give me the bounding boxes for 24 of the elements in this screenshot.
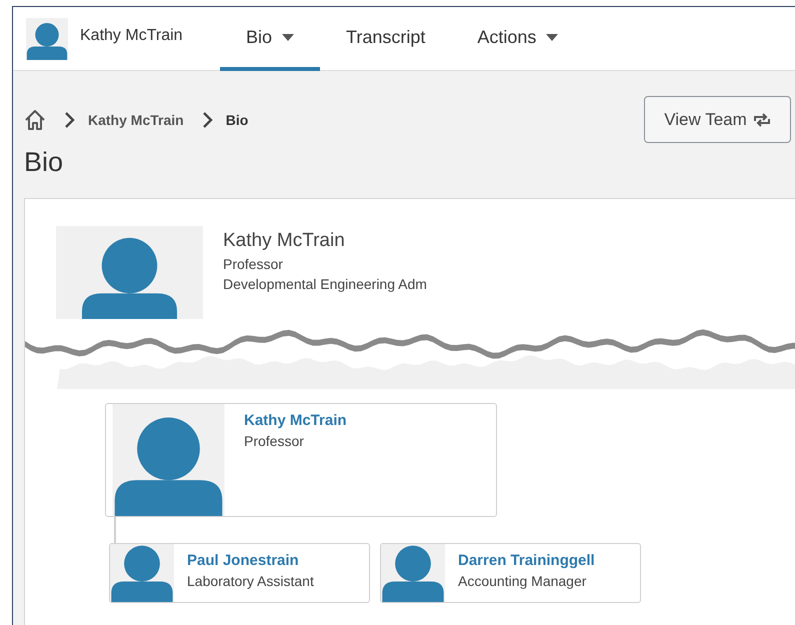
person-name-link[interactable]: Darren Traininggell <box>458 552 595 569</box>
avatar <box>110 544 174 602</box>
tab[interactable]: Actions <box>451 7 584 71</box>
person-name-link[interactable]: Paul Jonestrain <box>187 552 314 569</box>
person-title: Accounting Manager <box>458 573 588 589</box>
view-team-button[interactable]: View Team <box>644 96 791 143</box>
profile-department: Developmental Engineering Adm <box>223 276 427 292</box>
chevron-icon <box>64 110 76 128</box>
profile-name: Kathy McTrain <box>223 230 346 252</box>
person-title: Laboratory Assistant <box>187 573 314 589</box>
swap-icon <box>752 112 771 128</box>
chevron-icon <box>202 110 214 128</box>
page-title: Bio <box>24 146 64 178</box>
breadcrumb-link[interactable]: Kathy McTrain <box>88 112 184 128</box>
breadcrumb-current: Bio <box>226 112 248 128</box>
tab[interactable]: Transcript <box>320 7 452 71</box>
avatar <box>26 18 68 60</box>
person-name-link[interactable]: Kathy McTrain <box>244 412 347 429</box>
profile-title: Professor <box>223 256 284 272</box>
tab[interactable]: Bio <box>220 7 320 71</box>
avatar <box>381 544 445 602</box>
home-icon <box>24 108 46 130</box>
user-name: Kathy McTrain <box>80 27 183 45</box>
person-title: Professor <box>244 433 305 449</box>
